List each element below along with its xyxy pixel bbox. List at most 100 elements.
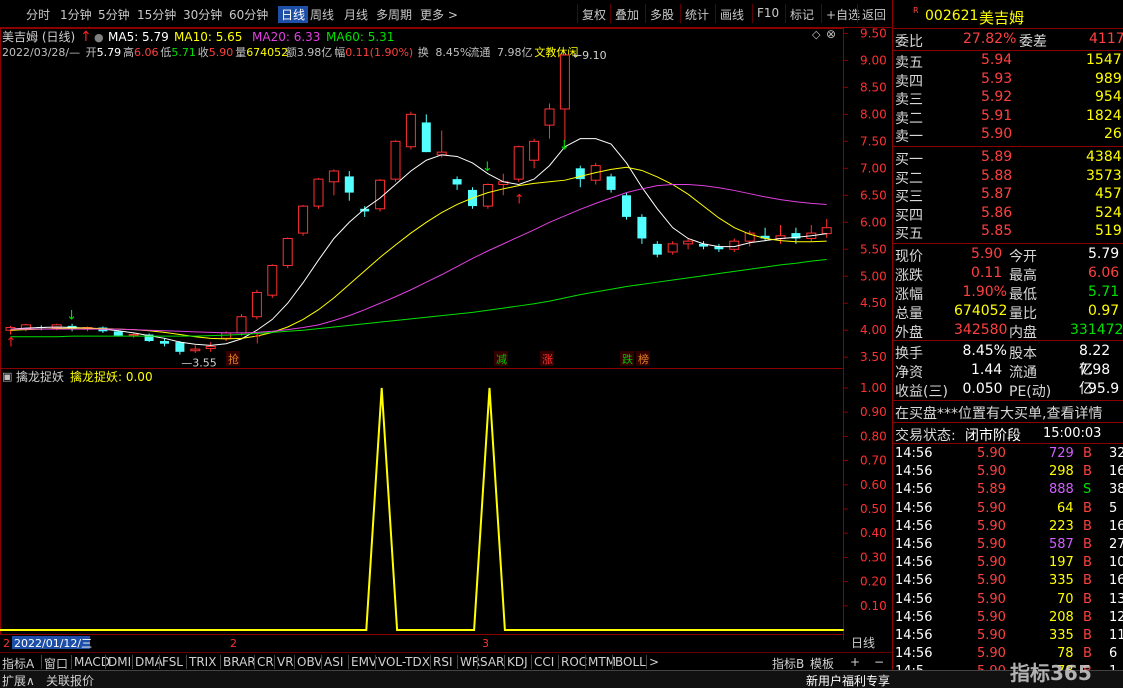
price-tick-label: 5.00	[860, 269, 887, 283]
toolbar-button-6[interactable]: 标记	[790, 6, 814, 23]
tick-count: 10	[1109, 555, 1123, 571]
tab-separator	[105, 655, 106, 669]
stock-title: 美吉姆 (日线)	[2, 30, 75, 44]
tick-price: 5.90	[977, 518, 1006, 534]
toolbar-button-7[interactable]: +自选	[826, 6, 860, 23]
bid-label: 买二	[895, 170, 923, 187]
tick-time: 14:56	[895, 500, 933, 516]
tab-separator	[477, 655, 478, 669]
tick-count: 27	[1109, 537, 1123, 552]
stock-code: 002621	[925, 8, 979, 24]
notice-link[interactable]: 在买盘***位置有大买单,查看详情	[895, 403, 1123, 423]
period-tab-9[interactable]: 多周期	[376, 6, 412, 23]
ind-tick-label: 0.80	[860, 429, 887, 443]
toolbar-button-5[interactable]: F10	[757, 6, 779, 20]
info-item: 流通	[468, 45, 490, 59]
indicator-line	[0, 387, 844, 631]
divider	[893, 28, 1123, 29]
tab-separator	[321, 655, 322, 669]
indicator-tab-12[interactable]: EMV	[351, 655, 377, 669]
tick-time: 14:56	[895, 446, 933, 461]
tick-count: 16	[1109, 518, 1123, 534]
bid-label: 买四	[895, 207, 923, 224]
toolbar-button-8[interactable]: 返回	[862, 6, 886, 23]
toolbar-button-2[interactable]: 多股	[650, 6, 674, 23]
candle-up	[298, 205, 309, 234]
period-tab-10[interactable]: 更多 >	[420, 6, 458, 23]
period-tab-3[interactable]: 15分钟	[137, 6, 176, 23]
stat-value: 8.45%	[962, 343, 1007, 359]
period-tab-1[interactable]: 1分钟	[60, 6, 92, 23]
price-tick-label: 6.00	[860, 215, 887, 229]
tick-price: 5.89	[977, 482, 1006, 498]
brand-watermark: 指标365	[1010, 661, 1092, 685]
candle-up	[529, 140, 540, 161]
indicator-tab-8[interactable]: CR	[257, 655, 274, 669]
bid-label: 买五	[895, 226, 923, 242]
expand-button[interactable]: 扩展∧	[2, 672, 35, 688]
bid-label: 买一	[895, 152, 923, 168]
bottom-right-2[interactable]: +	[850, 655, 860, 669]
tick-price: 5.90	[977, 646, 1006, 662]
ask-label: 卖三	[895, 92, 923, 108]
bid-price: 5.86	[981, 204, 1013, 221]
tab-separator	[41, 655, 42, 669]
kline-chart[interactable]: 9.50 9.00 8.50 8.00 7.50 7.00 6.50 6.00 5.50 5.00…	[0, 26, 892, 652]
stat-value: 5.71	[1088, 284, 1120, 300]
indicator-tab-7[interactable]: BRAR	[223, 655, 256, 669]
signal-label: 抢	[228, 352, 239, 366]
stat-label: 涨跌	[895, 268, 923, 284]
divider	[893, 443, 1123, 444]
stat-value: 6.06	[1088, 265, 1120, 281]
bid-label: 买三	[895, 189, 923, 205]
weicha-value: 4117	[1089, 31, 1123, 47]
toolbar-button-0[interactable]: 复权	[582, 6, 606, 23]
period-tab-6[interactable]: 日线	[278, 6, 309, 23]
tab-scroll-icon[interactable]: >	[649, 655, 659, 669]
ind-tick-label: 1.00	[860, 381, 887, 395]
tick-count: 12	[1109, 609, 1123, 625]
indicator-tab-11[interactable]: ASI	[324, 655, 343, 669]
tab-separator	[348, 655, 349, 669]
indicator-tab-18[interactable]: CCI	[534, 655, 554, 669]
candle-down	[452, 179, 462, 185]
indicator-tab-6[interactable]: TRIX	[189, 655, 216, 669]
indicator-tab-21[interactable]: BOLL	[615, 655, 646, 669]
ind-tick-label: 0.20	[860, 575, 887, 589]
indicator-tab-13[interactable]: VOL-TDX	[378, 655, 430, 669]
period-tab-7[interactable]: 周线	[310, 6, 334, 23]
indicator-tab-3[interactable]: DMI	[108, 655, 131, 669]
indicator-tab-5[interactable]: FSL	[162, 655, 183, 669]
toolbar-button-4[interactable]: 画线	[720, 6, 744, 23]
tick-count: 11	[1109, 628, 1123, 643]
indicator-tab-19[interactable]: ROC	[561, 655, 587, 669]
indicator-tab-16[interactable]: SAR	[480, 655, 504, 669]
bottom-right-3[interactable]: −	[874, 655, 884, 669]
tick-side: B	[1083, 518, 1092, 534]
info-item: 3.98亿	[297, 46, 333, 59]
period-tab-5[interactable]: 60分钟	[229, 6, 268, 23]
period-tab-8[interactable]: 月线	[344, 6, 368, 23]
period-tab-2[interactable]: 5分钟	[98, 6, 130, 23]
info-item: 低	[160, 46, 171, 59]
related-quote-button[interactable]: 关联报价	[46, 672, 94, 688]
indicator-tab-9[interactable]: VR	[277, 655, 294, 669]
bid-price: 5.88	[981, 167, 1013, 184]
toolbar-button-1[interactable]: 叠加	[615, 6, 639, 23]
candle-up	[313, 178, 324, 207]
tab-separator	[71, 655, 72, 669]
ask-price: 5.91	[981, 107, 1013, 124]
tab-separator	[294, 655, 295, 669]
toolbar-button-3[interactable]: 统计	[685, 6, 709, 23]
indicator-tab-14[interactable]: RSI	[433, 655, 453, 669]
tick-side: B	[1083, 609, 1092, 625]
chart-area[interactable]: 9.50 9.00 8.50 8.00 7.50 7.00 6.50 6.00 5.50 5.00…	[0, 26, 892, 650]
candle-down	[622, 195, 631, 217]
period-tab-0[interactable]: 分时	[26, 6, 50, 23]
tick-vol: 888	[1049, 482, 1074, 498]
period-tab-4[interactable]: 30分钟	[183, 6, 222, 23]
indicator-tab-10[interactable]: OBV	[297, 655, 323, 669]
price-tick-label: 8.00	[860, 107, 887, 121]
promo-link[interactable]: 新用户福利专享	[806, 672, 890, 688]
indicator-tab-17[interactable]: KDJ	[507, 655, 528, 669]
